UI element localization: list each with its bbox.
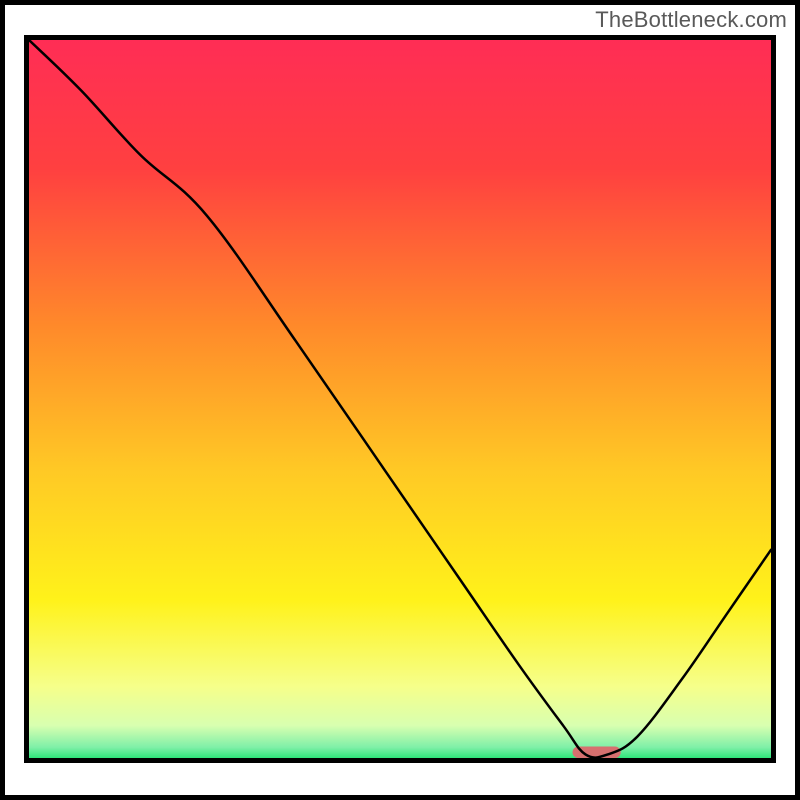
chart-svg (29, 40, 771, 758)
gradient-background (29, 40, 771, 758)
chart-outer-frame: TheBottleneck.com (0, 0, 800, 800)
chart-inner-plot (24, 35, 776, 763)
watermark-text: TheBottleneck.com (595, 7, 787, 33)
